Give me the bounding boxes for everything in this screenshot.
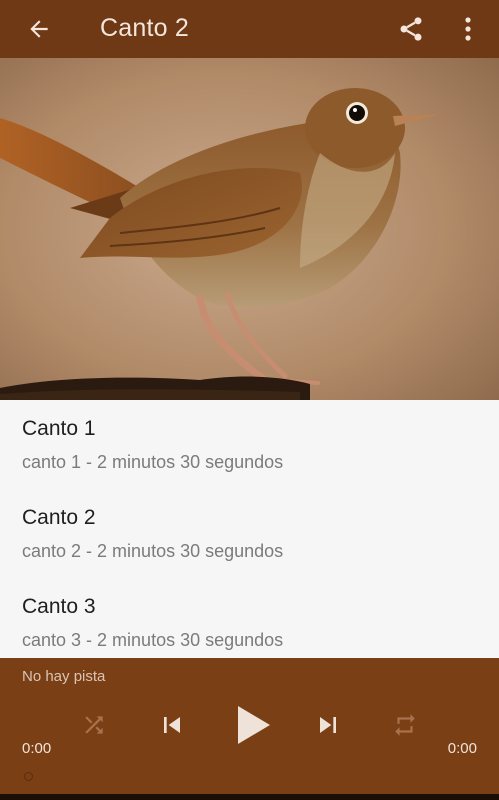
track-title: Canto 3 [22, 595, 96, 618]
next-button[interactable] [311, 708, 345, 742]
audio-player: No hay pista 0:00 0:00 [0, 658, 499, 800]
duration-time: 0:00 [447, 740, 477, 757]
arrow-back-icon [30, 20, 48, 38]
track-subtitle: canto 3 - 2 minutos 30 segundos [22, 630, 284, 650]
back-button[interactable] [22, 12, 56, 46]
track-subtitle: canto 2 - 2 minutos 30 segundos [22, 541, 284, 561]
repeat-button[interactable] [390, 710, 420, 740]
navigation-bar [0, 794, 499, 800]
repeat-icon [395, 714, 415, 736]
more-vert-icon [465, 17, 471, 41]
list-item[interactable]: Canto 3 canto 3 - 2 minutos 30 segundos [0, 578, 499, 667]
app-toolbar: Canto 2 [0, 0, 499, 58]
play-button[interactable] [230, 702, 274, 748]
now-playing-label: No hay pista [22, 668, 106, 685]
skip-next-icon [320, 717, 336, 733]
skip-previous-icon [164, 717, 180, 733]
track-title: Canto 1 [22, 417, 96, 440]
share-icon [400, 17, 422, 41]
track-list: Canto 1 canto 1 - 2 minutos 30 segundos … [0, 400, 499, 658]
shuffle-icon [85, 716, 103, 734]
list-item[interactable]: Canto 1 canto 1 - 2 minutos 30 segundos [0, 400, 499, 489]
play-icon [238, 706, 270, 744]
bird-photo [0, 58, 499, 400]
list-item[interactable]: Canto 2 canto 2 - 2 minutos 30 segundos [0, 489, 499, 578]
track-subtitle: canto 1 - 2 minutos 30 segundos [22, 452, 284, 472]
elapsed-time: 0:00 [22, 740, 52, 757]
previous-button[interactable] [155, 708, 189, 742]
overflow-menu-button[interactable] [455, 11, 481, 47]
share-button[interactable] [393, 11, 429, 47]
track-title: Canto 2 [22, 506, 96, 529]
page-title: Canto 2 [100, 14, 189, 42]
shuffle-button[interactable] [79, 710, 109, 740]
seek-handle[interactable] [24, 772, 33, 781]
